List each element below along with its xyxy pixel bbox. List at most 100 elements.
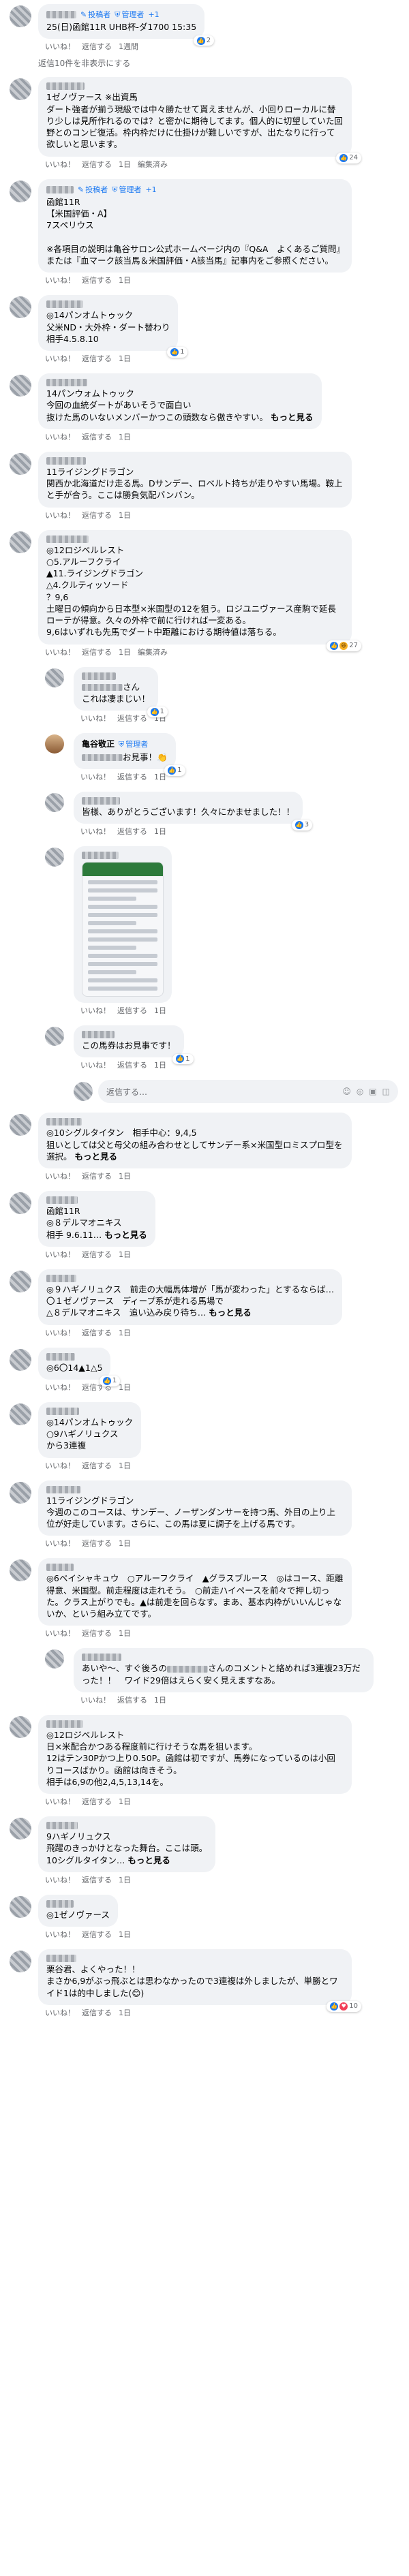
avatar[interactable] — [10, 1559, 31, 1582]
comment-time[interactable]: 1日 — [154, 773, 166, 781]
like-button[interactable]: いいね！ — [45, 1461, 75, 1470]
hide-replies-link[interactable]: 返信10件を非表示にする — [38, 57, 409, 69]
sticker-icon[interactable]: ◫ — [382, 1087, 390, 1096]
comment-time[interactable]: 1日 — [154, 1006, 166, 1015]
avatar[interactable] — [10, 5, 31, 27]
reaction-count[interactable]: 👍 2 — [193, 35, 215, 46]
avatar[interactable] — [45, 792, 64, 812]
comment-time[interactable]: 1日 — [119, 511, 131, 520]
author-name-redacted[interactable] — [46, 82, 85, 91]
author-name-redacted[interactable] — [82, 672, 116, 680]
avatar[interactable] — [45, 848, 64, 867]
like-button[interactable]: いいね！ — [80, 714, 110, 723]
author-name-redacted[interactable] — [46, 11, 76, 19]
author-name-redacted[interactable] — [46, 1899, 74, 1908]
like-button[interactable]: いいね！ — [80, 1061, 110, 1070]
avatar[interactable] — [10, 531, 31, 553]
author-name-redacted[interactable] — [46, 456, 86, 465]
gif-icon[interactable]: ▣ — [369, 1087, 376, 1096]
reply-button[interactable]: 返信する — [82, 1930, 112, 1939]
avatar[interactable] — [10, 1895, 31, 1918]
avatar[interactable] — [10, 1716, 31, 1738]
author-name-redacted[interactable] — [82, 1654, 121, 1662]
like-button[interactable]: いいね！ — [45, 1539, 75, 1548]
like-button[interactable]: いいね！ — [45, 1172, 75, 1181]
comment-time[interactable]: 1日 — [119, 1797, 131, 1806]
like-button[interactable]: いいね！ — [45, 42, 75, 51]
comment-time[interactable]: 1日 — [119, 2008, 131, 2017]
see-more-link[interactable]: もっと見る — [104, 1230, 147, 1240]
reaction-count[interactable]: 👍 24 — [336, 152, 361, 164]
comment-time[interactable]: 1日 — [119, 160, 131, 169]
reaction-count[interactable]: 👍 😆 27 — [327, 640, 361, 651]
comment-time[interactable]: 1日 — [119, 433, 131, 441]
comment-time[interactable]: 1日 — [119, 1539, 131, 1548]
reply-button[interactable]: 返信する — [82, 433, 112, 441]
reply-button[interactable]: 返信する — [82, 2008, 112, 2017]
see-more-link[interactable]: もっと見る — [127, 1855, 170, 1865]
reply-button[interactable]: 返信する — [82, 160, 112, 169]
reaction-count[interactable]: 👍 1 — [164, 765, 185, 776]
comment-time[interactable]: 1週間 — [119, 42, 138, 51]
comment-time[interactable]: 1日 — [119, 1461, 131, 1470]
reply-button[interactable]: 返信する — [117, 773, 147, 781]
comment-time[interactable]: 1日 — [119, 1172, 131, 1181]
like-button[interactable]: いいね！ — [45, 354, 75, 363]
mention-redacted[interactable] — [82, 754, 123, 762]
avatar[interactable] — [45, 1027, 64, 1046]
like-button[interactable]: いいね！ — [45, 160, 75, 169]
avatar[interactable] — [10, 1114, 31, 1136]
see-more-link[interactable]: もっと見る — [271, 412, 314, 422]
like-button[interactable]: いいね！ — [80, 1006, 110, 1015]
reaction-count[interactable]: 👍 1 — [147, 707, 168, 718]
reply-button[interactable]: 返信する — [117, 827, 147, 836]
reply-button[interactable]: 返信する — [82, 648, 112, 657]
reply-button[interactable]: 返信する — [82, 1250, 112, 1259]
avatar[interactable] — [45, 1649, 64, 1669]
like-button[interactable]: いいね！ — [45, 648, 75, 657]
author-name-redacted[interactable] — [46, 300, 83, 309]
author-name-redacted[interactable] — [46, 379, 87, 387]
avatar[interactable] — [10, 1481, 31, 1504]
comment-time[interactable]: 1日 — [119, 648, 131, 657]
author-name-redacted[interactable] — [46, 1352, 75, 1361]
reply-input[interactable]: 返信する… ☺ ◎ ▣ ◫ — [98, 1080, 398, 1104]
author-name-redacted[interactable] — [46, 1720, 83, 1728]
avatar[interactable] — [10, 78, 31, 101]
like-button[interactable]: いいね！ — [80, 773, 110, 781]
author-name-redacted[interactable] — [46, 1196, 78, 1205]
reply-button[interactable]: 返信する — [117, 714, 147, 723]
comment-time[interactable]: 1日 — [119, 354, 131, 363]
comment-time[interactable]: 1日 — [154, 827, 166, 836]
author-name-redacted[interactable] — [46, 1274, 76, 1282]
like-button[interactable]: いいね！ — [45, 1930, 75, 1939]
author-name-redacted[interactable] — [46, 1955, 76, 1963]
comment-time[interactable]: 1日 — [154, 1061, 166, 1070]
reply-button[interactable]: 返信する — [82, 1876, 112, 1884]
author-name-redacted[interactable] — [46, 1485, 80, 1493]
mention-redacted[interactable] — [82, 684, 123, 692]
like-button[interactable]: いいね！ — [45, 1250, 75, 1259]
like-button[interactable]: いいね！ — [45, 1383, 75, 1392]
camera-icon[interactable]: ◎ — [357, 1087, 363, 1096]
see-more-link[interactable]: もっと見る — [209, 1307, 252, 1318]
comment-time[interactable]: 1日 — [119, 1250, 131, 1259]
reply-button[interactable]: 返信する — [82, 1461, 112, 1470]
mention-redacted[interactable] — [167, 1665, 209, 1673]
comment-time[interactable]: 1日 — [154, 1696, 166, 1705]
avatar[interactable] — [10, 296, 31, 319]
reply-button[interactable]: 返信する — [82, 1797, 112, 1806]
see-more-link[interactable]: もっと見る — [75, 1151, 118, 1162]
author-name[interactable]: 亀谷敬正 — [82, 739, 115, 750]
comment-time[interactable]: 1日 — [119, 1383, 131, 1392]
avatar[interactable] — [10, 1192, 31, 1215]
reaction-count[interactable]: 👍 ♥ 10 — [327, 2001, 361, 2012]
smiley-icon[interactable]: ☺ — [342, 1087, 351, 1096]
avatar[interactable] — [45, 668, 64, 687]
like-button[interactable]: いいね！ — [80, 827, 110, 836]
avatar[interactable] — [10, 1951, 31, 1973]
like-button[interactable]: いいね！ — [45, 1329, 75, 1337]
like-button[interactable]: いいね！ — [45, 1876, 75, 1884]
like-button[interactable]: いいね！ — [45, 2008, 75, 2017]
author-name-redacted[interactable] — [46, 1118, 82, 1126]
